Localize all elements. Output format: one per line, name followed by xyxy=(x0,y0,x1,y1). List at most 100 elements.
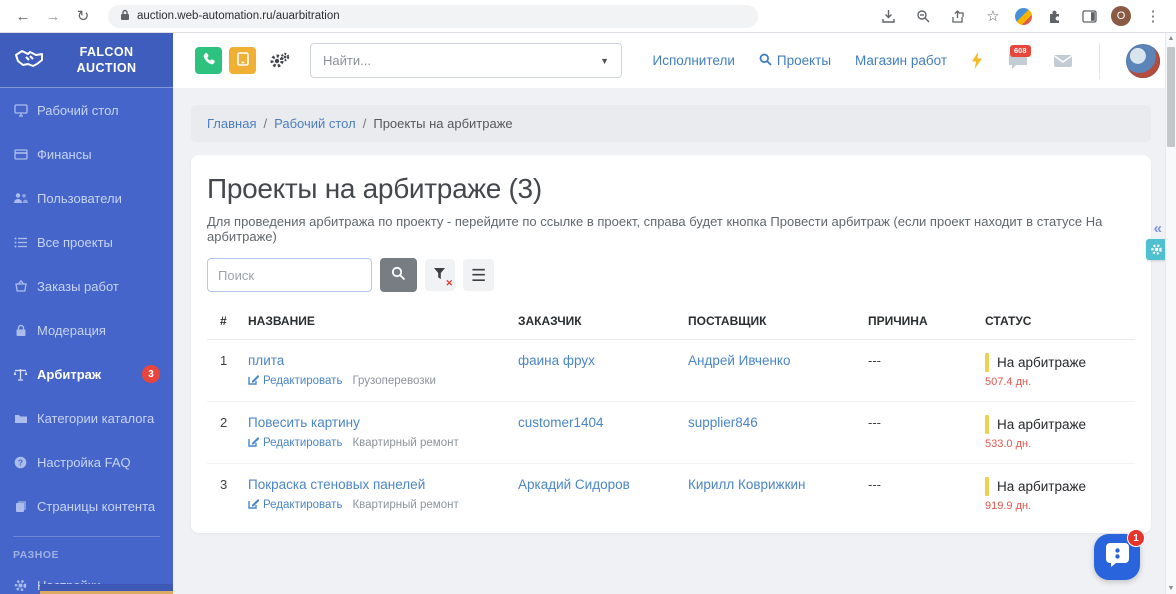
sidebar-brand[interactable]: FALCON AUCTION xyxy=(0,33,173,88)
customer-link[interactable]: Аркадий Сидоров xyxy=(518,477,688,492)
clear-filter-button[interactable]: ✕ xyxy=(425,259,455,291)
browser-forward-icon[interactable]: → xyxy=(40,3,66,29)
browser-actions: ☆ O ⋮ xyxy=(875,3,1166,29)
support-chat-button[interactable]: 1 xyxy=(1094,534,1140,580)
cell-reason: --- xyxy=(868,353,985,368)
save-page-icon[interactable] xyxy=(875,3,901,29)
name-subrow: Редактировать Грузоперевозки xyxy=(248,374,518,388)
edit-pencil-icon xyxy=(248,436,259,450)
url-text: auction.web-automation.ru/auarbitration xyxy=(137,10,340,22)
extension-colored-icon[interactable] xyxy=(1015,8,1032,25)
nav-link-executors[interactable]: Исполнители xyxy=(653,53,735,68)
status-days: 533.0 дн. xyxy=(985,438,1135,450)
chat-notifications-icon[interactable]: 608 xyxy=(1007,51,1029,70)
status-label: На арбитраже xyxy=(997,417,1086,432)
list-icon xyxy=(13,237,28,248)
sidebar-item-moderation[interactable]: Модерация xyxy=(0,308,173,352)
nav-link-label: Исполнители xyxy=(653,53,735,68)
edit-label: Редактировать xyxy=(263,375,342,387)
browser-toolbar: ← → ↻ auction.web-automation.ru/auarbitr… xyxy=(0,0,1176,33)
sidebar-bottom-strip xyxy=(40,584,173,594)
columns-menu-button[interactable]: ☰ xyxy=(463,259,494,291)
edit-link[interactable]: Редактировать xyxy=(248,374,342,388)
breadcrumb-desktop[interactable]: Рабочий стол xyxy=(274,116,356,131)
search-select-placeholder: Найти... xyxy=(323,53,371,68)
project-link[interactable]: плита xyxy=(248,353,284,368)
category-label: Квартирный ремонт xyxy=(352,499,458,511)
search-button[interactable] xyxy=(380,258,417,292)
col-header-name: НАЗВАНИЕ xyxy=(248,314,518,328)
question-circle-icon: ? xyxy=(13,456,28,469)
project-link[interactable]: Покраска стеновых панелей xyxy=(248,477,425,492)
sidebar-item-finance[interactable]: Финансы xyxy=(0,132,173,176)
services-gears-icon[interactable] xyxy=(268,52,290,70)
cell-status: На арбитраже 507.4 дн. xyxy=(985,353,1135,388)
sidebar-item-users[interactable]: Пользователи xyxy=(0,176,173,220)
scroll-down-icon[interactable]: ▼ xyxy=(1166,585,1176,592)
browser-refresh-icon[interactable]: ↻ xyxy=(70,3,96,29)
supplier-link[interactable]: Андрей Ивченко xyxy=(688,353,868,368)
nav-link-label: Магазин работ xyxy=(855,53,947,68)
sidebar-item-arbitration[interactable]: Арбитраж 3 xyxy=(0,352,173,396)
topbar-divider xyxy=(1099,43,1100,79)
sidebar-item-label: Категории каталога xyxy=(37,411,154,426)
cell-name: Повесить картину Редактировать Квартирны… xyxy=(248,415,518,450)
zoom-page-icon[interactable] xyxy=(910,3,936,29)
sidebar-item-faq-settings[interactable]: ? Настройка FAQ xyxy=(0,440,173,484)
cell-reason: --- xyxy=(868,415,985,430)
page-scrollbar[interactable]: ▲ ▼ xyxy=(1165,33,1176,594)
collapse-panel-chevron[interactable]: « xyxy=(1154,221,1162,236)
nav-link-projects[interactable]: Проекты xyxy=(759,53,831,69)
mail-icon[interactable] xyxy=(1053,54,1073,68)
breadcrumb-home[interactable]: Главная xyxy=(207,116,256,131)
status-color-bar xyxy=(985,353,989,372)
scrollbar-thumb[interactable] xyxy=(1167,47,1175,147)
share-icon[interactable] xyxy=(945,3,971,29)
sidebar-item-content-pages[interactable]: Страницы контента xyxy=(0,484,173,528)
nav-link-label: Проекты xyxy=(777,53,831,68)
customer-link[interactable]: customer1404 xyxy=(518,415,688,430)
browser-menu-icon[interactable]: ⋮ xyxy=(1140,3,1166,29)
supplier-link[interactable]: supplier846 xyxy=(688,415,868,430)
browser-profile-avatar[interactable]: O xyxy=(1111,6,1131,26)
sidebar-item-work-orders[interactable]: Заказы работ xyxy=(0,264,173,308)
table-toolbar: ✕ ☰ xyxy=(207,258,1135,292)
arbitration-card: Проекты на арбитраже (3) Для проведения … xyxy=(191,155,1151,533)
category-label: Грузоперевозки xyxy=(352,375,436,387)
supplier-link[interactable]: Кирилл Коврижкин xyxy=(688,477,868,492)
extensions-puzzle-icon[interactable] xyxy=(1041,3,1067,29)
sidebar-item-catalog-categories[interactable]: Категории каталога xyxy=(0,396,173,440)
bookmark-star-icon[interactable]: ☆ xyxy=(980,3,1006,29)
customer-link[interactable]: фаина фрух xyxy=(518,353,688,368)
edit-pencil-icon xyxy=(248,498,259,512)
hamburger-icon: ☰ xyxy=(471,267,486,284)
settings-widget-icon[interactable] xyxy=(1146,239,1167,260)
document-button[interactable] xyxy=(229,47,256,74)
search-input[interactable] xyxy=(207,258,372,292)
user-avatar[interactable] xyxy=(1126,44,1160,78)
nav-link-work-shop[interactable]: Магазин работ xyxy=(855,53,947,68)
col-header-num: # xyxy=(220,314,248,328)
edit-link[interactable]: Редактировать xyxy=(248,436,342,450)
browser-back-icon[interactable]: ← xyxy=(10,3,36,29)
scroll-up-icon[interactable]: ▲ xyxy=(1166,35,1176,42)
global-search-select[interactable]: Найти... ▼ xyxy=(310,43,622,78)
sidebar-item-label: Арбитраж xyxy=(37,367,101,382)
sidebar-section-misc: РАЗНОЕ xyxy=(0,537,173,563)
col-header-reason: ПРИЧИНА xyxy=(868,314,985,328)
name-subrow: Редактировать Квартирный ремонт xyxy=(248,498,518,512)
phone-button[interactable] xyxy=(195,47,222,74)
sidebar-item-desktop[interactable]: Рабочий стол xyxy=(0,88,173,132)
sidebar-item-label: Пользователи xyxy=(37,191,122,206)
sidebar-item-all-projects[interactable]: Все проекты xyxy=(0,220,173,264)
project-link[interactable]: Повесить картину xyxy=(248,415,360,430)
side-panel-icon[interactable] xyxy=(1076,3,1102,29)
breadcrumb-separator: / xyxy=(363,116,367,131)
row-num: 2 xyxy=(220,415,248,430)
lightning-icon[interactable] xyxy=(971,52,983,69)
edit-link[interactable]: Редактировать xyxy=(248,498,342,512)
category-label: Квартирный ремонт xyxy=(352,437,458,449)
lock-icon xyxy=(120,9,130,24)
edit-label: Редактировать xyxy=(263,499,342,511)
address-bar[interactable]: auction.web-automation.ru/auarbitration xyxy=(108,5,758,28)
